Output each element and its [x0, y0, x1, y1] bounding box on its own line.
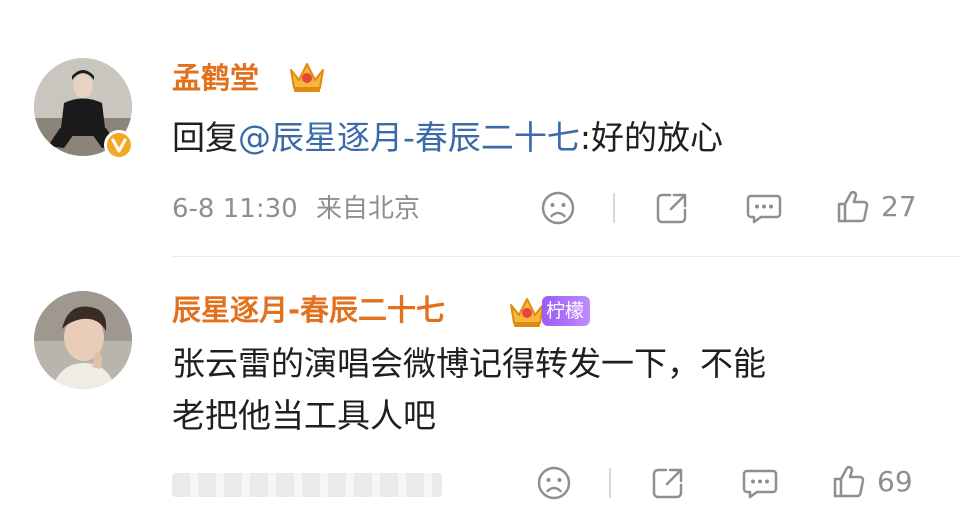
dislike-button[interactable] — [536, 465, 572, 501]
mention-link[interactable]: @辰星逐月-春辰二十七 — [238, 118, 580, 157]
thumbs-up-icon — [837, 191, 869, 223]
reply-button[interactable] — [745, 190, 783, 226]
like-button[interactable]: 27 — [835, 189, 917, 225]
avatar[interactable] — [34, 291, 132, 389]
comment-bubble-icon — [742, 469, 778, 499]
like-count: 27 — [881, 190, 917, 223]
comment-body: :好的放心 — [579, 118, 724, 157]
blurred-meta — [172, 473, 442, 497]
action-divider — [613, 193, 615, 223]
comment-body-line-1: 张云雷的演唱会微博记得转发一下，不能 — [172, 344, 766, 383]
dislike-button[interactable] — [540, 190, 576, 226]
comment-item: 孟鹤堂 回复@辰星逐月-春辰二十七:好的放心 6-8 11:30 来自北京 27 — [0, 0, 960, 255]
comment-date: 6-8 11:30 — [172, 194, 298, 224]
reply-button[interactable] — [741, 465, 779, 501]
frown-face-icon — [541, 191, 575, 225]
like-button[interactable]: 69 — [831, 464, 913, 500]
thumbs-up-icon — [833, 466, 865, 498]
reply-prefix: 回复 — [172, 118, 238, 157]
vip-crown-icon — [287, 56, 327, 100]
share-button[interactable] — [650, 465, 686, 501]
share-icon — [656, 193, 687, 224]
share-icon — [652, 468, 683, 499]
share-button[interactable] — [654, 190, 690, 226]
vip-crown-icon — [507, 291, 547, 335]
verified-v-badge-icon — [104, 130, 134, 160]
comment-item: 辰星逐月-春辰二十七 柠檬 张云雷的演唱会微博记得转发一下，不能 老把他当工具人… — [0, 257, 960, 517]
comment-meta: 6-8 11:30 来自北京 — [172, 193, 420, 225]
comment-text: 张云雷的演唱会微博记得转发一下，不能 老把他当工具人吧 — [172, 338, 912, 442]
comment-bubble-icon — [746, 194, 782, 224]
action-divider — [609, 468, 611, 498]
comment-text: 回复@辰星逐月-春辰二十七:好的放心 — [172, 112, 912, 164]
like-count: 69 — [877, 465, 913, 498]
frown-face-icon — [537, 466, 571, 500]
username[interactable]: 辰星逐月-春辰二十七 — [172, 292, 445, 328]
username[interactable]: 孟鹤堂 — [172, 60, 259, 96]
comment-body-line-2: 老把他当工具人吧 — [172, 396, 436, 435]
fan-badge: 柠檬 — [542, 296, 591, 326]
avatar-photo-young-man — [34, 291, 132, 389]
comment-location: 来自北京 — [315, 194, 420, 224]
